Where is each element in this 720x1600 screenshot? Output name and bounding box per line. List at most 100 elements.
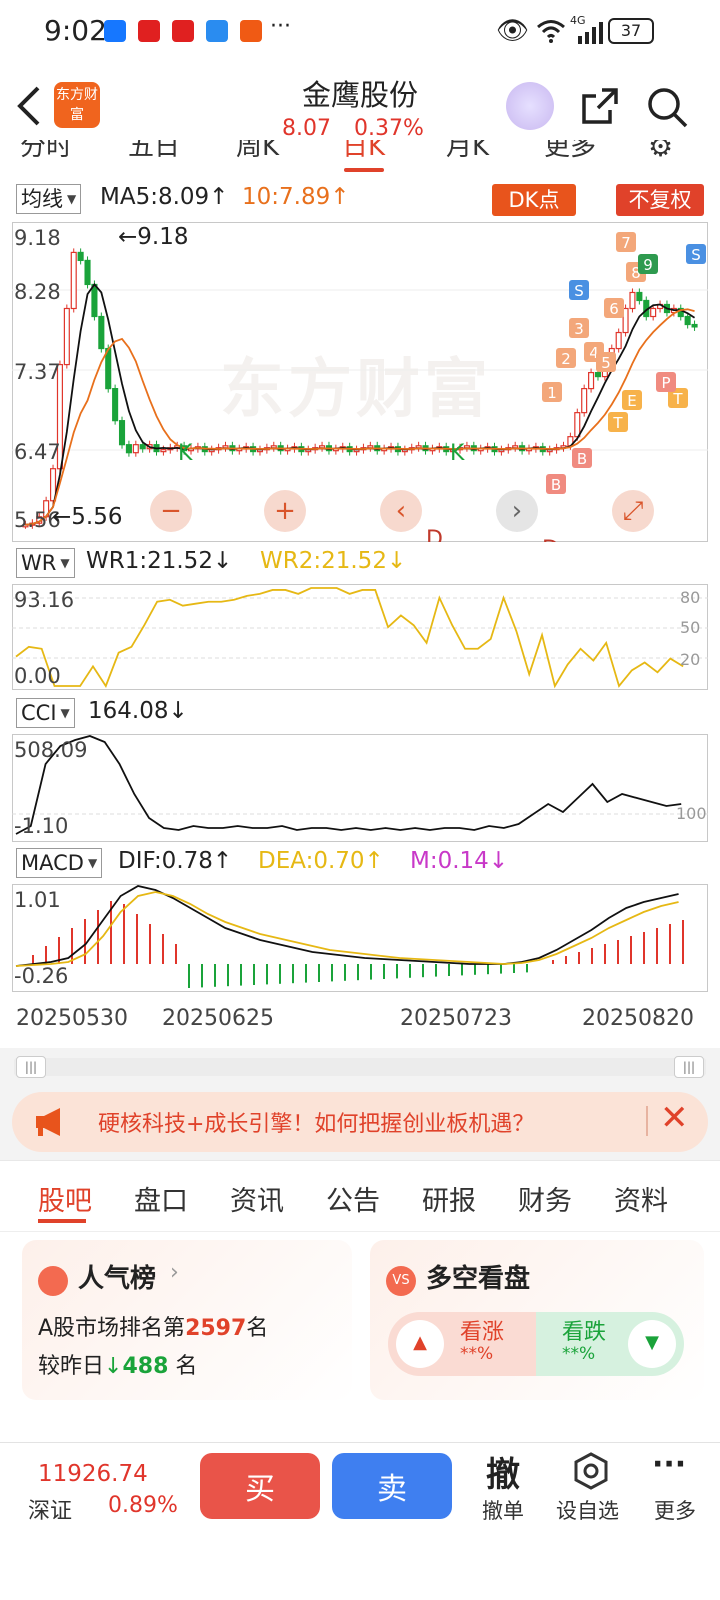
signal-badge-label: P bbox=[661, 374, 670, 392]
tab-finance[interactable]: 财务 bbox=[518, 1179, 572, 1218]
dk-point-button[interactable]: DK点 bbox=[492, 184, 576, 216]
signal-badge-label: B bbox=[551, 476, 561, 494]
index-change[interactable]: 0.89% bbox=[108, 1493, 178, 1518]
stock-price: 8.07 bbox=[282, 116, 331, 141]
tab-pankou[interactable]: 盘口 bbox=[134, 1179, 188, 1218]
cancel-order-icon[interactable]: 撤 bbox=[486, 1447, 520, 1496]
popularity-card[interactable]: 人气榜 › A股市场排名第2597名 较昨日↓488 名 bbox=[22, 1240, 352, 1400]
scroll-right-button[interactable]: › bbox=[496, 490, 538, 532]
y-tick-3: 7.37 bbox=[14, 360, 61, 384]
more-notifications-icon: ··· bbox=[270, 14, 291, 39]
x-date-1: 20250530 bbox=[16, 1006, 128, 1031]
y-tick-4: 6.47 bbox=[14, 440, 61, 464]
bullish-button[interactable]: ▲ 看涨 **% bbox=[388, 1312, 538, 1376]
cci-ref-100: 100 bbox=[676, 804, 707, 823]
zoom-in-button[interactable]: + bbox=[264, 490, 306, 532]
more-label[interactable]: 更多 bbox=[654, 1495, 696, 1525]
tab-week[interactable]: 周K bbox=[236, 140, 279, 163]
y-tick-1: 9.18 bbox=[14, 226, 61, 250]
back-icon[interactable] bbox=[16, 86, 42, 126]
tab-guba[interactable]: 股吧 bbox=[38, 1179, 92, 1218]
x-date-4: 20250820 bbox=[582, 1006, 694, 1031]
ma-indicator-select[interactable]: 均线 ▼ bbox=[16, 184, 82, 214]
wr-indicator-select[interactable]: WR ▼ bbox=[16, 548, 75, 578]
cards-section: 人气榜 › A股市场排名第2597名 较昨日↓488 名 VS 多空看盘 ▲ 看… bbox=[0, 1232, 720, 1442]
close-icon[interactable]: ✕ bbox=[660, 1098, 689, 1138]
tab-profile[interactable]: 资料 bbox=[614, 1179, 668, 1218]
no-rights-adjust-button[interactable]: 不复权 bbox=[616, 184, 704, 216]
hexagon-settings-icon[interactable] bbox=[572, 1451, 610, 1491]
vs-icon: VS bbox=[386, 1266, 416, 1296]
scroll-left-button[interactable]: ‹ bbox=[380, 490, 422, 532]
candle-body bbox=[105, 347, 112, 390]
signal-badge-label: 6 bbox=[609, 300, 619, 318]
range-handle-left[interactable]: ||| bbox=[16, 1056, 46, 1078]
share-icon[interactable] bbox=[580, 86, 620, 126]
arrow-down-icon: ↓ bbox=[168, 698, 188, 724]
longshort-card[interactable]: VS 多空看盘 ▲ 看涨 **% 看跌 **% ▼ bbox=[370, 1240, 704, 1400]
candle-body bbox=[574, 412, 581, 438]
index-value[interactable]: 11926.74 bbox=[38, 1461, 148, 1487]
more-dots-icon[interactable]: ··· bbox=[652, 1447, 686, 1482]
bearish-button[interactable]: 看跌 **% ▼ bbox=[536, 1312, 684, 1376]
range-slider[interactable] bbox=[14, 1058, 706, 1076]
status-time: 9:02 bbox=[44, 14, 107, 47]
search-icon[interactable] bbox=[646, 86, 688, 128]
index-name[interactable]: 深证 bbox=[28, 1493, 72, 1525]
triangle-down-icon: ▼ bbox=[628, 1320, 676, 1368]
info-tab-indicator bbox=[38, 1219, 86, 1223]
macd-indicator-select[interactable]: MACD ▼ bbox=[16, 848, 103, 878]
cci-text: 164.08 bbox=[88, 698, 169, 724]
signal-badge-label: 5 bbox=[601, 354, 611, 372]
signal-badge-label: E bbox=[627, 392, 636, 410]
bottom-trade-bar: 11926.74 深证 0.89% 买 卖 撤 撤单 设自选 ··· 更多 bbox=[0, 1442, 720, 1600]
cci-indicator-select[interactable]: CCI ▼ bbox=[16, 698, 75, 728]
chevron-down-icon: ▼ bbox=[60, 556, 70, 570]
promo-banner[interactable]: 硬核科技+成长引擎！如何把握创业板机遇？ ✕ bbox=[12, 1092, 708, 1152]
set-watchlist-label[interactable]: 设自选 bbox=[556, 1495, 619, 1525]
wr-ref-20: 20 bbox=[680, 650, 701, 669]
m-text: M:0.14 bbox=[410, 848, 489, 874]
tab-research[interactable]: 研报 bbox=[422, 1179, 476, 1218]
cci-indicator-label: CCI bbox=[21, 701, 57, 725]
tab-five-day[interactable]: 五日 bbox=[128, 140, 180, 163]
bullish-value: **% bbox=[460, 1344, 494, 1364]
cancel-order-label[interactable]: 撤单 bbox=[482, 1495, 524, 1525]
buy-button[interactable]: 买 bbox=[200, 1453, 320, 1519]
chevron-right-icon: › bbox=[170, 1260, 179, 1285]
signal-badge-label: T bbox=[672, 390, 683, 408]
longshort-title: 多空看盘 bbox=[426, 1264, 531, 1294]
y-tick-2: 8.28 bbox=[14, 280, 61, 304]
kd-marker: K bbox=[178, 441, 193, 466]
fullscreen-button[interactable]: ⤢ bbox=[612, 490, 654, 532]
candle-body bbox=[77, 251, 84, 262]
arrow-down-icon: ↓ bbox=[104, 1354, 123, 1379]
tab-more[interactable]: 更多 bbox=[544, 140, 596, 163]
eastmoney-logo[interactable]: 东方财富 bbox=[54, 82, 100, 128]
tab-day[interactable]: 日K bbox=[342, 140, 385, 163]
tab-news[interactable]: 资讯 bbox=[230, 1179, 284, 1218]
chevron-down-icon: ▼ bbox=[60, 706, 70, 720]
ai-assistant-avatar[interactable] bbox=[506, 82, 554, 130]
tab-month[interactable]: 月K bbox=[446, 140, 489, 163]
tab-announcement[interactable]: 公告 bbox=[326, 1179, 380, 1218]
macd-dea-value: DEA:0.70↑ bbox=[258, 848, 384, 874]
settings-gear-icon[interactable]: ⚙ bbox=[648, 140, 673, 163]
candle-body bbox=[91, 283, 98, 318]
range-handle-right[interactable]: ||| bbox=[674, 1056, 704, 1078]
sell-button[interactable]: 卖 bbox=[332, 1453, 452, 1519]
zoom-out-button[interactable]: − bbox=[150, 490, 192, 532]
promo-text: 硬核科技+成长引擎！如何把握创业板机遇？ bbox=[98, 1112, 535, 1137]
kd-marker: K bbox=[450, 441, 465, 466]
status-bar: 9:02 ··· 👁 4G 37 bbox=[0, 0, 720, 64]
tab-minute[interactable]: 分时 bbox=[20, 140, 72, 163]
cci-line bbox=[15, 735, 682, 835]
ma10-text: 10:7.89 bbox=[242, 184, 331, 210]
bearish-label: 看跌 bbox=[562, 1320, 607, 1345]
signal-badge-label: 3 bbox=[574, 320, 584, 338]
popularity-title: 人气榜 bbox=[78, 1264, 157, 1294]
wr-svg bbox=[12, 587, 708, 689]
rank-change-value: 488 bbox=[122, 1354, 169, 1379]
macd-m-value: M:0.14↓ bbox=[410, 848, 508, 874]
dea-text: DEA:0.70 bbox=[258, 848, 365, 874]
